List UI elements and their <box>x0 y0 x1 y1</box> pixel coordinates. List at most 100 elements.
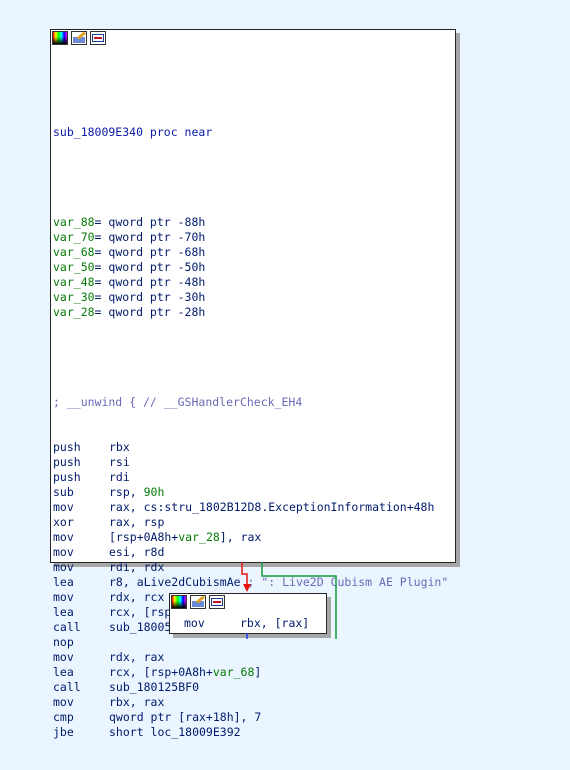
operands: rbx <box>109 440 130 454</box>
var-declaration: var_50= qword ptr -50h <box>53 260 448 275</box>
mnemonic: mov <box>184 616 205 630</box>
mnemonic: mov <box>53 650 74 664</box>
operands-tail: ] <box>254 665 262 679</box>
mnemonic: call <box>53 680 81 694</box>
var-declaration: var_48= qword ptr -48h <box>53 275 448 290</box>
operands: rsi <box>109 455 130 469</box>
var-name[interactable]: var_30 <box>53 290 95 304</box>
var-name[interactable]: var_70 <box>53 230 95 244</box>
color-icon[interactable] <box>171 595 187 609</box>
mnemonic: push <box>53 455 81 469</box>
operands: short loc_18009E392 <box>109 725 241 739</box>
rename-icon[interactable] <box>71 31 87 45</box>
mnemonic: sub <box>53 485 74 499</box>
var-definition: = qword ptr -30h <box>94 290 206 304</box>
instruction-line[interactable]: mov rax, cs:stru_1802B12D8.ExceptionInfor… <box>53 500 448 515</box>
instruction-line[interactable]: cmp qword ptr [rax+18h], 7 <box>53 710 448 725</box>
operands: rdi <box>109 470 130 484</box>
mnemonic: lea <box>53 665 74 679</box>
operands: rdx, rcx <box>109 590 165 604</box>
instruction-line[interactable]: nop <box>53 635 448 650</box>
instruction-line[interactable]: mov esi, r8d <box>53 545 448 560</box>
mnemonic: jbe <box>53 725 74 739</box>
instruction-line[interactable]: mov [rsp+0A8h+var_28], rax <box>53 530 448 545</box>
mnemonic: mov <box>53 545 74 559</box>
var-declaration: var_70= qword ptr -70h <box>53 230 448 245</box>
operands: rdi, rdx <box>109 560 165 574</box>
instruction-line[interactable]: push rbx <box>53 440 448 455</box>
instruction-line[interactable]: mov rdx, rax <box>53 650 448 665</box>
var-name[interactable]: var_88 <box>53 215 95 229</box>
mnemonic: mov <box>53 695 74 709</box>
operands: rax, rsp <box>109 515 165 529</box>
instruction-line[interactable]: lea rcx, [rsp+0A8h+var_68] <box>53 665 448 680</box>
child-node-toolbar <box>170 594 225 611</box>
var-definition: = qword ptr -48h <box>94 275 206 289</box>
mnemonic: push <box>53 470 81 484</box>
proc-header[interactable]: sub_18009E340 proc near <box>53 125 448 140</box>
node-toolbar <box>51 30 106 47</box>
immediate-value: 90h <box>143 485 165 499</box>
instruction-line[interactable]: sub rsp, 90h <box>53 485 448 500</box>
operands: esi, r8d <box>109 545 165 559</box>
var-definition: = qword ptr -50h <box>94 260 206 274</box>
mnemonic: cmp <box>53 710 74 724</box>
var-reference[interactable]: var_28 <box>178 530 220 544</box>
instruction-line[interactable]: lea r8, aLive2dCubismAe ; ": Live2D Cubis… <box>53 575 448 590</box>
operands: r8, aLive2dCubismAe <box>109 575 241 589</box>
operands: rbx, rax <box>109 695 165 709</box>
child-instruction-list: mov rbx, [rax] <box>184 616 309 631</box>
code-listing: sub_18009E340 proc near var_88= qword pt… <box>53 95 448 770</box>
var-name[interactable]: var_48 <box>53 275 95 289</box>
operands: qword ptr [rax+18h], 7 <box>109 710 262 724</box>
mnemonic: lea <box>53 575 74 589</box>
color-icon[interactable] <box>52 31 68 45</box>
mnemonic: push <box>53 440 81 454</box>
instruction-line[interactable]: mov rdi, rdx <box>53 560 448 575</box>
code-block-node[interactable]: sub_18009E340 proc near var_88= qword pt… <box>50 29 456 739</box>
var-name[interactable]: var_68 <box>53 245 95 259</box>
instruction-line[interactable]: push rsi <box>53 455 448 470</box>
var-declaration: var_30= qword ptr -30h <box>53 290 448 305</box>
graph-overview-icon[interactable] <box>90 31 106 45</box>
operands: rsp, <box>109 485 144 499</box>
unwind-comment: ; __unwind { // __GSHandlerCheck_EH4 <box>53 395 303 409</box>
mnemonic: call <box>53 620 81 634</box>
instruction-line[interactable]: jbe short loc_18009E392 <box>53 725 448 740</box>
var-definition: = qword ptr -88h <box>94 215 206 229</box>
inline-comment: ; ": Live2D Cubism AE Plugin" <box>240 575 449 589</box>
var-name[interactable]: var_50 <box>53 260 95 274</box>
instruction-line[interactable]: push rdi <box>53 470 448 485</box>
mnemonic: mov <box>53 530 74 544</box>
var-name[interactable]: var_28 <box>53 305 95 319</box>
mnemonic: lea <box>53 605 74 619</box>
operands: rdx, rax <box>109 650 165 664</box>
local-vars: var_88= qword ptr -88h var_70= qword ptr … <box>53 215 448 320</box>
instruction-line[interactable]: xor rax, rsp <box>53 515 448 530</box>
var-declaration: var_88= qword ptr -88h <box>53 215 448 230</box>
operands: [rsp+0A8h+ <box>109 530 179 544</box>
operands: rcx, [rsp+0A8h+ <box>109 665 213 679</box>
handler-link[interactable]: __GSHandlerCheck_EH4 <box>164 395 302 409</box>
mnemonic: mov <box>53 590 74 604</box>
instruction-line[interactable]: mov rbx, rax <box>53 695 448 710</box>
mnemonic: mov <box>53 560 74 574</box>
instruction-line[interactable]: call sub_180125BF0 <box>53 680 448 695</box>
mnemonic: nop <box>53 635 74 649</box>
operands: rax, cs:stru_1802B12D8.ExceptionInformat… <box>109 500 435 514</box>
operands: rbx, [rax] <box>240 616 310 630</box>
operands-tail: ], rax <box>219 530 262 544</box>
var-declaration: var_28= qword ptr -28h <box>53 305 448 320</box>
var-definition: = qword ptr -28h <box>94 305 206 319</box>
operands: sub_180125BF0 <box>109 680 200 694</box>
instruction-list: push rbx push rsi push rdi sub rsp, 90h mov rax, … <box>53 440 448 740</box>
instruction-line[interactable]: mov rbx, [rax] <box>184 616 309 631</box>
var-definition: = qword ptr -68h <box>94 245 206 259</box>
child-block-node[interactable]: mov rbx, [rax] <box>169 593 327 634</box>
mnemonic: mov <box>53 500 74 514</box>
var-reference[interactable]: var_68 <box>213 665 255 679</box>
graph-overview-icon[interactable] <box>209 595 225 609</box>
var-definition: = qword ptr -70h <box>94 230 206 244</box>
var-declaration: var_68= qword ptr -68h <box>53 245 448 260</box>
rename-icon[interactable] <box>190 595 206 609</box>
